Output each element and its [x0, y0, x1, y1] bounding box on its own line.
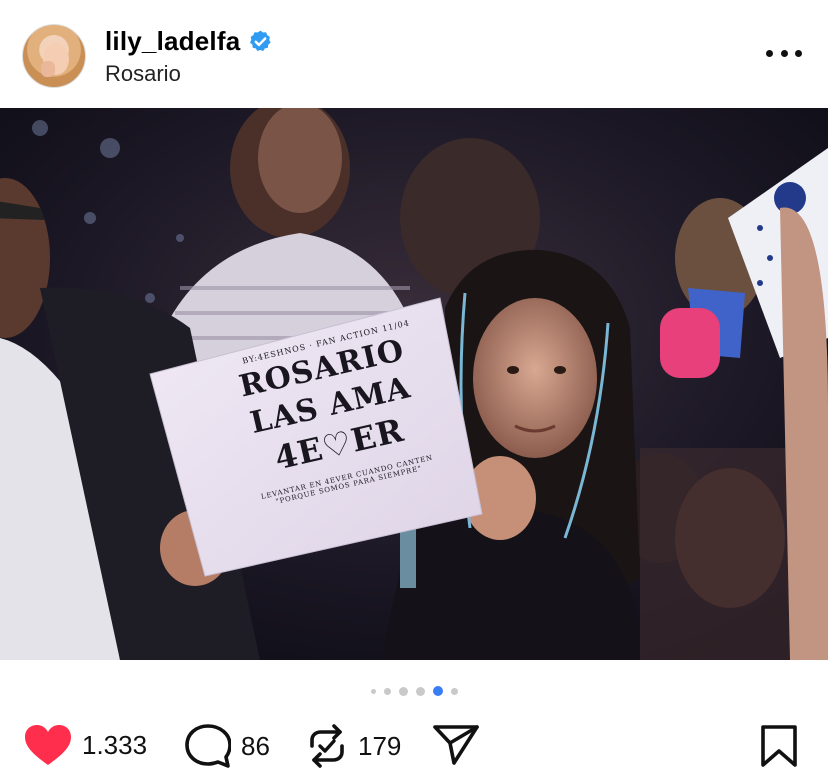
carousel-dot	[450, 687, 458, 695]
heart-icon	[25, 725, 71, 765]
comment-icon	[185, 724, 231, 768]
carousel-dot-active	[432, 686, 443, 696]
repost-count[interactable]: 179	[358, 731, 401, 762]
carousel-dot	[415, 686, 425, 696]
carousel-indicator	[0, 684, 828, 698]
like-count[interactable]: 1.333	[82, 730, 147, 761]
share-button[interactable]	[432, 724, 480, 766]
bookmark-button[interactable]	[760, 724, 798, 768]
bookmark-icon	[761, 725, 797, 767]
carousel-dot	[398, 686, 408, 696]
carousel-dot	[370, 688, 376, 694]
action-bar: 1.333 86 179	[0, 720, 828, 770]
avatar[interactable]	[22, 24, 86, 88]
more-options-icon[interactable]	[766, 42, 802, 64]
avatar-hand	[41, 61, 55, 77]
post-header: lily_ladelfa Rosario	[0, 0, 828, 108]
like-button[interactable]: 1.333	[24, 724, 147, 766]
username[interactable]: lily_ladelfa	[105, 26, 240, 57]
share-icon	[433, 725, 479, 765]
repost-button[interactable]: 179	[306, 724, 401, 768]
username-row: lily_ladelfa	[105, 26, 273, 57]
post-photo[interactable]: BY:4ESHNOS · FAN ACTION 11/04 ROSARIO LA…	[0, 108, 828, 660]
carousel-dot	[383, 687, 391, 695]
comment-count[interactable]: 86	[241, 731, 270, 762]
comment-button[interactable]: 86	[185, 724, 270, 768]
repost-icon	[310, 724, 344, 768]
post-location[interactable]: Rosario	[105, 61, 181, 87]
verified-badge-icon	[250, 30, 271, 51]
